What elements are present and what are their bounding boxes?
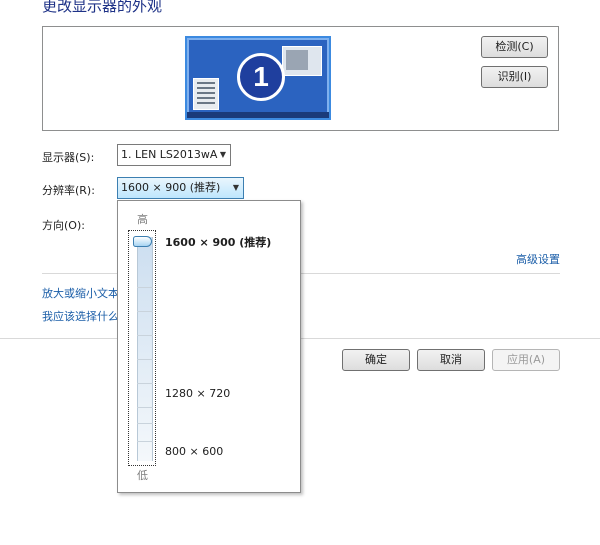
- taskbar-thumbnail: [187, 112, 329, 118]
- apply-button[interactable]: 应用(A): [492, 349, 560, 371]
- resolution-select-value: 1600 × 900 (推荐): [121, 181, 221, 194]
- resolution-dropdown: 高 1600 × 900 (推荐) 1280 × 720 800 × 600 低: [117, 200, 301, 493]
- identify-button[interactable]: 识别(I): [481, 66, 548, 88]
- monitor-number-badge: 1: [237, 53, 285, 101]
- cancel-button[interactable]: 取消: [417, 349, 485, 371]
- enlarge-text-link[interactable]: 放大或缩小文本: [42, 285, 119, 301]
- slider-track: [137, 237, 153, 461]
- slider-thumb[interactable]: [133, 236, 152, 247]
- page-title: 更改显示器的外观: [42, 0, 163, 15]
- which-settings-link[interactable]: 我应该选择什么: [42, 308, 119, 324]
- advanced-settings-link[interactable]: 高级设置: [516, 251, 560, 267]
- chevron-down-icon: ▼: [232, 183, 239, 192]
- resolution-option[interactable]: 1280 × 720: [165, 387, 230, 400]
- resolution-slider[interactable]: [128, 230, 156, 466]
- document-thumbnail-icon: [193, 78, 219, 110]
- resolution-label: 分辨率(R):: [42, 184, 95, 197]
- slider-high-label: 高: [137, 213, 148, 226]
- display-select[interactable]: 1. LEN LS2013wA ▼: [117, 144, 231, 166]
- resolution-option[interactable]: 800 × 600: [165, 445, 223, 458]
- chevron-down-icon: ▼: [219, 150, 226, 159]
- display-label: 显示器(S):: [42, 151, 95, 164]
- resolution-select[interactable]: 1600 × 900 (推荐) ▼: [117, 177, 244, 199]
- resolution-option[interactable]: 1600 × 900 (推荐): [165, 234, 271, 250]
- window-thumbnail-icon: [282, 46, 322, 76]
- display-preview-area: 1 检测(C) 识别(I): [42, 26, 559, 131]
- display-select-value: 1. LEN LS2013wA: [121, 148, 218, 161]
- orientation-label: 方向(O):: [42, 219, 85, 232]
- detect-button[interactable]: 检测(C): [481, 36, 548, 58]
- slider-low-label: 低: [137, 469, 148, 482]
- monitor-1-icon[interactable]: 1: [185, 36, 331, 120]
- ok-button[interactable]: 确定: [342, 349, 410, 371]
